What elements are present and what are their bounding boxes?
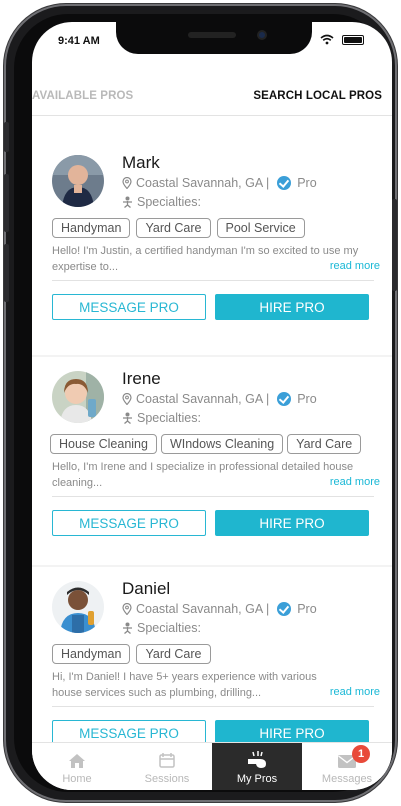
pro-location: Coastal Savannah, GA | Pro xyxy=(122,176,317,190)
specialties-icon xyxy=(123,196,132,208)
volume-down-button xyxy=(4,244,9,302)
read-more-link[interactable]: read more xyxy=(330,686,380,698)
battery-icon xyxy=(342,34,364,45)
verified-check-icon xyxy=(277,392,292,406)
verified-check-icon xyxy=(277,602,292,616)
specialty-tags: Handyman Yard Care xyxy=(52,644,211,664)
specialty-tag: Yard Care xyxy=(287,434,362,454)
specialty-tag: Handyman xyxy=(52,644,131,664)
speaker-grille xyxy=(188,32,236,38)
pro-location: Coastal Savannah, GA | Pro xyxy=(122,392,317,406)
specialty-tags: House Cleaning WIndows Cleaning Yard Car… xyxy=(50,434,362,454)
specialty-tag: Yard Care xyxy=(136,644,211,664)
mute-switch xyxy=(4,122,9,152)
pro-badge-label: Pro xyxy=(297,392,317,406)
front-camera xyxy=(257,30,267,40)
power-button xyxy=(392,199,397,291)
specialty-tag: House Cleaning xyxy=(50,434,157,454)
tab-home-label: Home xyxy=(62,773,92,785)
specialties-icon xyxy=(123,412,132,424)
pro-name: Mark xyxy=(122,153,160,172)
location-text: Coastal Savannah, GA | xyxy=(136,602,270,616)
location-text: Coastal Savannah, GA | xyxy=(136,176,270,190)
calendar-icon xyxy=(159,753,175,768)
specialty-tags: Handyman Yard Care Pool Service xyxy=(52,218,305,238)
status-time: 9:41 AM xyxy=(58,35,100,47)
avatar-photo-daniel xyxy=(52,581,104,633)
avatar-photo-irene xyxy=(52,371,104,423)
notch xyxy=(116,22,312,54)
card-divider xyxy=(52,496,374,497)
pro-bio: Hi, I'm Daniel! I have 5+ years experien… xyxy=(52,671,317,699)
specialties-icon xyxy=(123,622,132,634)
card-divider xyxy=(52,280,374,281)
pros-segmented-nav: AVAILABLE PROS SEARCH LOCAL PROS xyxy=(32,68,392,116)
pro-card: Irene Coastal Savannah, GA | Pro Special… xyxy=(32,357,392,565)
wifi-icon xyxy=(320,34,334,45)
specialty-tag: Handyman xyxy=(52,218,131,238)
app-screen: 9:41 AM AVAILABLE PROS SEARCH LOCAL PROS xyxy=(32,22,392,790)
bottom-tab-bar: Home Sessions My Pros Messages 1 xyxy=(32,742,392,790)
home-icon xyxy=(69,754,85,768)
hire-pro-button[interactable]: HIRE PRO xyxy=(215,510,369,536)
specialty-tag: Pool Service xyxy=(216,218,305,238)
tab-available-pros[interactable]: AVAILABLE PROS xyxy=(32,90,133,102)
avatar xyxy=(52,155,104,207)
hire-pro-button[interactable]: HIRE PRO xyxy=(215,720,369,742)
card-divider xyxy=(52,706,374,707)
avatar xyxy=(52,371,104,423)
pro-name: Irene xyxy=(122,369,161,388)
location-pin-icon xyxy=(122,603,132,615)
whistle-icon xyxy=(248,751,266,768)
verified-check-icon xyxy=(277,176,292,190)
pro-list[interactable]: Mark Coastal Savannah, GA | Pro Specialt… xyxy=(32,117,392,742)
pro-location: Coastal Savannah, GA | Pro xyxy=(122,602,317,616)
tab-sessions[interactable]: Sessions xyxy=(122,743,212,790)
read-more-link[interactable]: read more xyxy=(330,476,380,488)
specialties-text: Specialties: xyxy=(137,411,201,425)
specialty-tag: Yard Care xyxy=(136,218,211,238)
specialties-text: Specialties: xyxy=(137,195,201,209)
tab-messages-label: Messages xyxy=(321,773,373,785)
specialties-text: Specialties: xyxy=(137,621,201,635)
location-text: Coastal Savannah, GA | xyxy=(136,392,270,406)
specialties-label: Specialties: xyxy=(122,411,201,425)
location-pin-icon xyxy=(122,393,132,405)
tab-home[interactable]: Home xyxy=(32,743,122,790)
specialty-tag: WIndows Cleaning xyxy=(160,434,284,454)
tab-my-pros[interactable]: My Pros xyxy=(212,743,302,790)
tab-my-pros-label: My Pros xyxy=(236,773,278,785)
volume-up-button xyxy=(4,174,9,232)
pro-card: Mark Coastal Savannah, GA | Pro Specialt… xyxy=(32,117,392,355)
tab-sessions-label: Sessions xyxy=(144,773,190,785)
pro-badge-label: Pro xyxy=(297,602,317,616)
pro-badge-label: Pro xyxy=(297,176,317,190)
tab-messages[interactable]: Messages 1 xyxy=(302,743,392,790)
read-more-link[interactable]: read more xyxy=(330,260,380,272)
avatar xyxy=(52,581,104,633)
message-pro-button[interactable]: MESSAGE PRO xyxy=(52,720,206,742)
location-pin-icon xyxy=(122,177,132,189)
hire-pro-button[interactable]: HIRE PRO xyxy=(215,294,369,320)
message-pro-button[interactable]: MESSAGE PRO xyxy=(52,510,206,536)
message-pro-button[interactable]: MESSAGE PRO xyxy=(52,294,206,320)
tab-search-local-pros[interactable]: SEARCH LOCAL PROS xyxy=(253,90,382,102)
specialties-label: Specialties: xyxy=(122,621,201,635)
pro-card: Daniel Coastal Savannah, GA | Pro Specia… xyxy=(32,567,392,742)
status-icons xyxy=(320,34,364,45)
avatar-photo-mark xyxy=(52,155,104,207)
pro-name: Daniel xyxy=(122,579,171,598)
specialties-label: Specialties: xyxy=(122,195,201,209)
unread-count-badge: 1 xyxy=(352,745,370,763)
